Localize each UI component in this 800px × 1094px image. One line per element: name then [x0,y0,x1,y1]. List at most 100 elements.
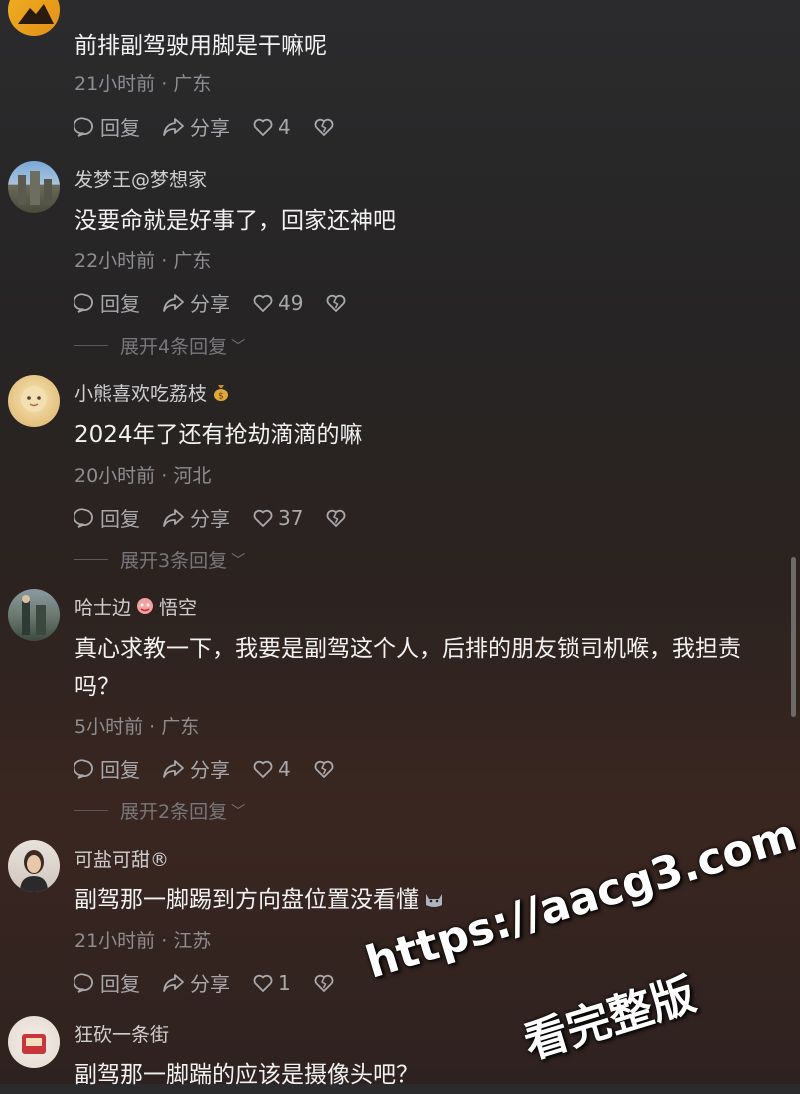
like-count: 49 [278,290,304,315]
share-button[interactable]: 分享 [162,503,230,532]
avatar[interactable] [8,1016,60,1068]
comment-meta: 5小时前 · 广东 [74,712,199,739]
dislike-button[interactable] [325,507,351,529]
share-label: 分享 [190,972,230,996]
username-text: 哈士边 [74,597,132,619]
chevron-down-icon: ﹀ [231,803,246,820]
share-button[interactable]: 分享 [162,112,230,141]
reply-button[interactable]: 回复 [74,754,140,783]
share-label: 分享 [190,292,230,316]
comment-username[interactable]: 小熊喜欢吃荔枝 $ [74,379,231,407]
comment-icon [74,292,93,313]
watermark-text: 看完整版 [518,969,702,1070]
reply-label: 回复 [100,292,140,316]
like-button[interactable]: 37 [252,506,303,530]
share-button[interactable]: 分享 [162,968,230,997]
divider [74,559,108,560]
comment-location: 广东 [173,73,212,95]
share-button[interactable]: 分享 [162,754,230,783]
comment-time: 21小时前 [74,930,156,952]
meta-dot: · [161,930,168,952]
reply-label: 回复 [100,507,140,531]
comment-text: 前排副驾驶用脚是干嘛呢 [74,33,327,59]
comment-location: 江苏 [173,930,212,952]
comment-username[interactable]: 狂砍一条街 [74,1020,169,1047]
reply-button[interactable]: 回复 [74,112,140,141]
comment-meta: 21小时前 · 江苏 [74,926,211,953]
expand-replies-button[interactable]: 展开4条回复 ﹀ [74,332,245,359]
chevron-down-icon: ﹀ [231,338,246,355]
meta-dot: · [161,73,168,95]
watermark-url: https://aacg3.com [360,809,800,989]
broken-heart-icon [327,294,346,312]
avatar[interactable] [8,840,60,892]
broken-heart-icon [314,118,334,136]
username-text: 小熊喜欢吃荔枝 [74,383,208,405]
share-icon [163,759,184,778]
expand-label: 展开2条回复 [120,801,228,823]
avatar[interactable] [8,161,60,213]
watermark: https://aacg3.com 看完整版 [350,809,800,1084]
chevron-down-icon: ﹀ [231,552,246,569]
like-button[interactable]: 1 [252,971,291,995]
comment-text: 真心求教一下，我要是副驾这个人，后排的朋友锁司机喉，我担责吗？ [74,636,741,700]
share-icon [163,117,184,136]
dislike-button[interactable] [313,758,339,780]
comment-icon [74,116,93,137]
broken-heart-icon [327,509,346,527]
avatar[interactable] [8,0,60,36]
reply-label: 回复 [100,116,140,140]
comment-actions: 回复 分享 4 [74,754,361,783]
expand-replies-button[interactable]: 展开2条回复 ﹀ [74,797,245,824]
divider [74,810,108,811]
divider [74,345,108,346]
comment-meta: 22小时前 · 广东 [74,246,211,273]
like-button[interactable]: 4 [252,115,291,139]
comment-time: 5小时前 [74,716,144,738]
dislike-button[interactable] [313,972,339,994]
reply-label: 回复 [100,972,140,996]
reply-label: 回复 [100,758,140,782]
like-button[interactable]: 4 [252,757,291,781]
comment-username[interactable]: 哈士边 悟空 [74,593,197,621]
meta-dot: · [149,716,156,738]
username-text: 悟空 [159,597,198,619]
money-bag-emoji: $ [211,382,231,407]
comment-actions: 回复 分享 37 [74,503,373,532]
share-button[interactable]: 分享 [162,288,230,317]
meta-dot: · [161,250,168,272]
comment-icon [74,972,93,993]
comment-actions: 回复 分享 4 [74,112,361,141]
comment-username[interactable]: 可盐可甜® [74,845,169,872]
dislike-button[interactable] [325,292,351,314]
expand-replies-button[interactable]: 展开3条回复 ﹀ [74,546,245,573]
comment-meta: 21小时前 · 广东 [74,69,211,96]
comment-text: 没要命就是好事了，回家还神吧 [74,208,396,234]
comment-time: 22小时前 [74,250,156,272]
comment-time: 20小时前 [74,465,156,487]
dislike-button[interactable] [313,116,339,138]
share-label: 分享 [190,758,230,782]
heart-icon [253,974,273,992]
comment-meta: 20小时前 · 河北 [74,461,211,488]
comment-icon [74,507,93,528]
like-button[interactable]: 49 [252,291,303,315]
comment-text: 2024年了还有抢劫滴滴的嘛 [74,422,363,448]
reply-button[interactable]: 回复 [74,968,140,997]
avatar[interactable] [8,375,60,427]
reply-button[interactable]: 回复 [74,503,140,532]
heart-icon [253,760,273,778]
share-icon [163,293,184,312]
avatar[interactable] [8,589,60,641]
svg-text:$: $ [218,392,224,402]
scrollbar[interactable] [791,557,796,717]
meta-dot: · [161,465,168,487]
comment-username[interactable]: 发梦王@梦想家 [74,165,207,192]
like-count: 4 [278,756,291,781]
broken-heart-icon [314,760,334,778]
heart-icon [253,509,273,527]
share-label: 分享 [190,507,230,531]
reply-button[interactable]: 回复 [74,288,140,317]
like-count: 37 [278,505,304,530]
expand-label: 展开3条回复 [120,550,228,572]
